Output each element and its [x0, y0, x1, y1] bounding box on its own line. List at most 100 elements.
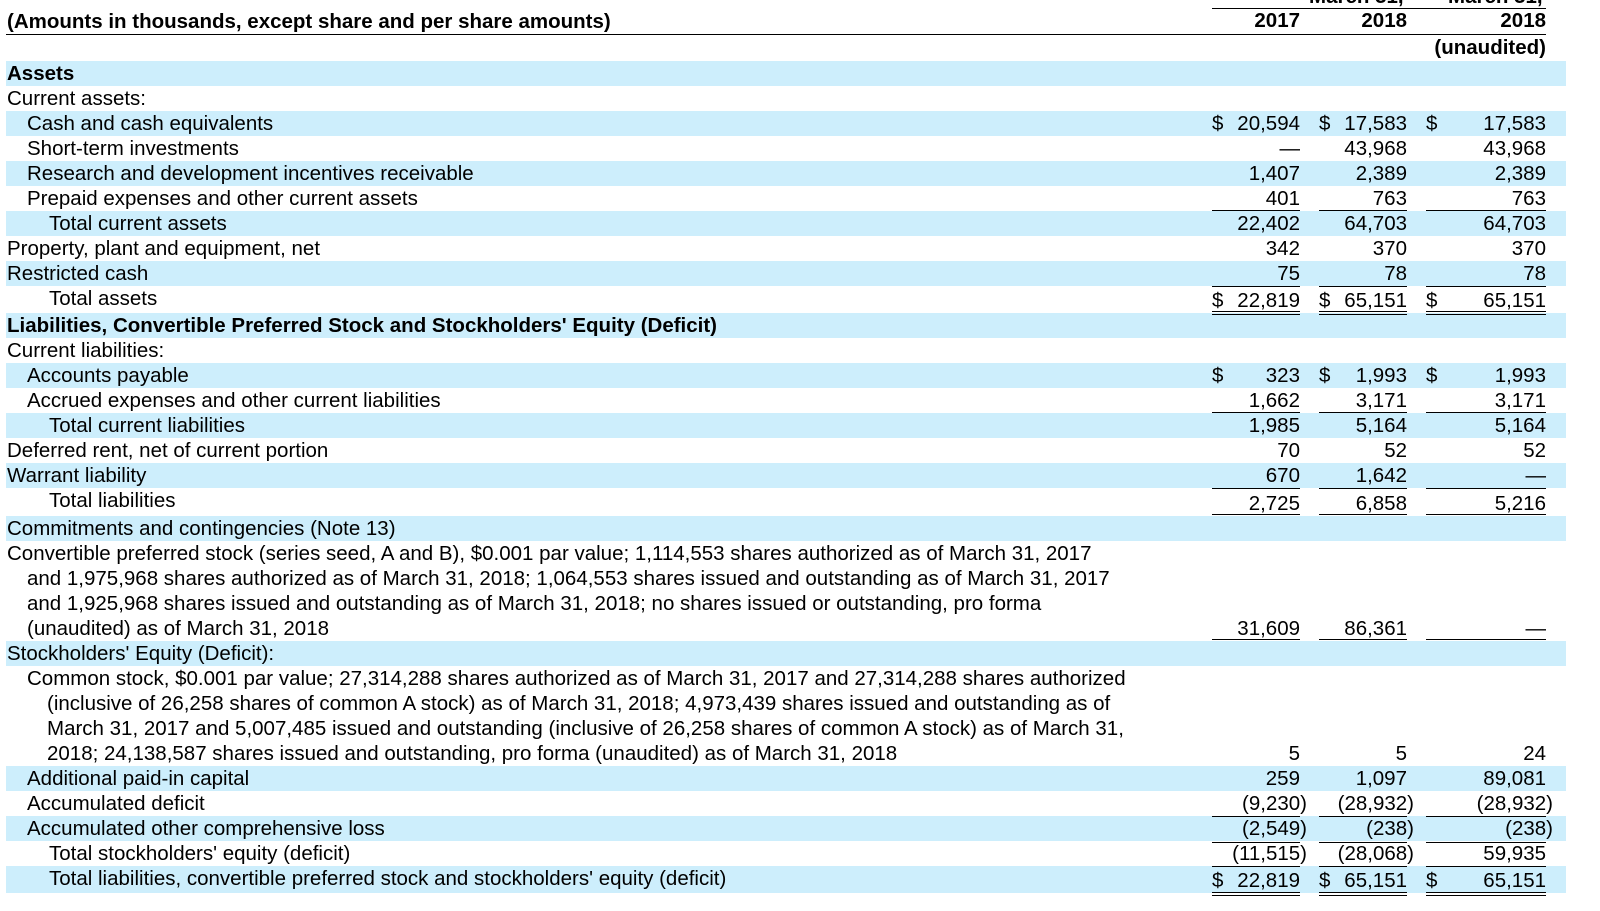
underline	[1319, 816, 1407, 817]
cell-value: 75	[1277, 262, 1300, 285]
underline	[1212, 286, 1300, 287]
value-cell: $22,819	[1212, 288, 1300, 313]
value-cell: —	[1426, 463, 1547, 488]
balance-sheet: (Amounts in thousands, except share and …	[0, 0, 1600, 911]
underline	[1426, 639, 1546, 640]
cell-value: (2,549)	[1242, 817, 1307, 840]
amounts-note: (Amounts in thousands, except share and …	[7, 10, 611, 33]
underline	[1319, 488, 1407, 489]
cell-value: 22,819	[1237, 869, 1300, 892]
value-cell: 259	[1212, 766, 1300, 791]
row-label-accounts-payable: Accounts payable	[27, 364, 189, 387]
row-label-total-assets: Total assets	[49, 287, 158, 310]
value-cell: 1,662	[1212, 388, 1300, 413]
double-underline	[1212, 892, 1300, 896]
row-label-current-assets: Current assets:	[7, 87, 146, 110]
dollar-sign: $	[1426, 869, 1438, 892]
cell-value: —	[1525, 464, 1547, 487]
row-label-cash-and-cash-equivalents: Cash and cash equivalents	[27, 112, 274, 135]
dollar-sign: $	[1319, 869, 1331, 892]
value-cell: 31,609	[1212, 616, 1300, 641]
table-row: Prepaid expenses and other current asset…	[0, 186, 1600, 211]
value-cell: 1,985	[1212, 413, 1300, 438]
value-cell: $17,583	[1426, 111, 1546, 136]
row-label-commitments-and-contingencies-note-13: Commitments and contingencies (Note 13)	[7, 517, 396, 540]
dollar-sign: $	[1426, 112, 1438, 135]
value-cell: 2,389	[1319, 161, 1407, 186]
underline	[1319, 286, 1407, 287]
row-label-continuation: and 1,975,968 shares authorized as of Ma…	[27, 567, 1110, 590]
underline	[1319, 514, 1407, 515]
row-label-continuation: and 1,925,968 shares issued and outstand…	[27, 592, 1042, 615]
column-subtitle: (unaudited)	[1434, 36, 1546, 59]
cell-value: 1,662	[1248, 389, 1300, 412]
cell-value: 323	[1265, 364, 1300, 387]
cell-value: (28,932)	[1337, 792, 1414, 815]
value-cell: 70	[1212, 438, 1300, 463]
row-label-deferred-rent-net-of-current-portion: Deferred rent, net of current portion	[7, 439, 329, 462]
value-cell: 370	[1426, 236, 1546, 261]
value-cell: 401	[1212, 186, 1300, 211]
table-row: Accrued expenses and other current liabi…	[0, 388, 1600, 413]
header-group-rule	[1212, 8, 1546, 9]
value-cell: (11,515)	[1212, 841, 1307, 866]
cell-value: 2,389	[1355, 162, 1407, 185]
row-label-common-stock-0-001-par-value-27-314-288-: Common stock, $0.001 par value; 27,314,2…	[27, 667, 1126, 690]
table-row: Total current liabilities 1,985 5,164 5,164	[0, 413, 1600, 438]
cell-value: (28,932)	[1476, 792, 1553, 815]
underline	[1319, 866, 1407, 867]
value-cell: $1,993	[1426, 363, 1546, 388]
value-cell: 78	[1319, 261, 1407, 286]
table-row: Stockholders' Equity (Deficit):	[0, 641, 1600, 666]
cell-value: 65,151	[1344, 289, 1407, 312]
cell-value: 52	[1384, 439, 1407, 462]
underline	[1212, 866, 1300, 867]
cell-value: (238)	[1366, 817, 1414, 840]
value-cell: $1,993	[1319, 363, 1407, 388]
table-row: Total assets $22,819 $65,151 $65,151	[0, 286, 1600, 313]
cell-value: 1,993	[1494, 364, 1546, 387]
row-label-continuation: 2018; 24,138,587 shares issued and outst…	[47, 742, 898, 765]
cell-value: 670	[1265, 464, 1300, 487]
value-cell: 670	[1212, 463, 1300, 488]
row-label-stockholders-equity-deficit: Stockholders' Equity (Deficit):	[7, 642, 275, 665]
underline	[1319, 412, 1407, 413]
cell-value: 6,858	[1355, 492, 1407, 515]
row-label-accumulated-other-comprehensive-loss: Accumulated other comprehensive loss	[27, 817, 385, 840]
cell-value: 370	[1372, 237, 1407, 260]
value-cell: (28,932)	[1319, 791, 1414, 816]
value-cell: 78	[1426, 261, 1546, 286]
cell-value: (9,230)	[1242, 792, 1307, 815]
cell-value: 24	[1523, 742, 1546, 765]
cell-value: 31,609	[1237, 617, 1300, 640]
row-label-assets: Assets	[7, 62, 75, 85]
value-cell: 763	[1319, 186, 1407, 211]
cell-value: 65,151	[1483, 869, 1546, 892]
underline	[1319, 842, 1407, 843]
double-underline	[1426, 892, 1546, 896]
row-label-total-liabilities-convertible-preferred-: Total liabilities, convertible preferred…	[49, 867, 727, 890]
row-label-total-stockholders-equity-deficit: Total stockholders' equity (deficit)	[49, 842, 351, 865]
table-row: Cash and cash equivalents $20,594 $17,583 $…	[0, 111, 1600, 136]
double-underline	[1319, 311, 1407, 315]
value-cell: 2,389	[1426, 161, 1546, 186]
table-row: Common stock, $0.001 par value; 27,314,2…	[0, 666, 1600, 766]
cell-value: 52	[1523, 439, 1546, 462]
double-underline	[1319, 892, 1407, 896]
value-cell: —	[1212, 136, 1301, 161]
cell-value: 1,642	[1355, 464, 1407, 487]
row-label-total-liabilities: Total liabilities	[49, 489, 176, 512]
value-cell: $20,594	[1212, 111, 1300, 136]
table-row: Deferred rent, net of current portion 70 5…	[0, 438, 1600, 463]
cell-value: 5,164	[1355, 414, 1407, 437]
underline	[1426, 412, 1546, 413]
cell-value: 2,725	[1248, 492, 1300, 515]
value-cell: 43,968	[1426, 136, 1546, 161]
dollar-sign: $	[1212, 364, 1224, 387]
cell-value: 5	[1395, 742, 1407, 765]
table-row: Assets	[0, 61, 1600, 86]
table-row: Total current assets 22,402 64,703 64,703	[0, 211, 1600, 236]
underline	[1426, 514, 1546, 515]
value-cell: 22,402	[1212, 211, 1300, 236]
cell-value: 17,583	[1344, 112, 1407, 135]
